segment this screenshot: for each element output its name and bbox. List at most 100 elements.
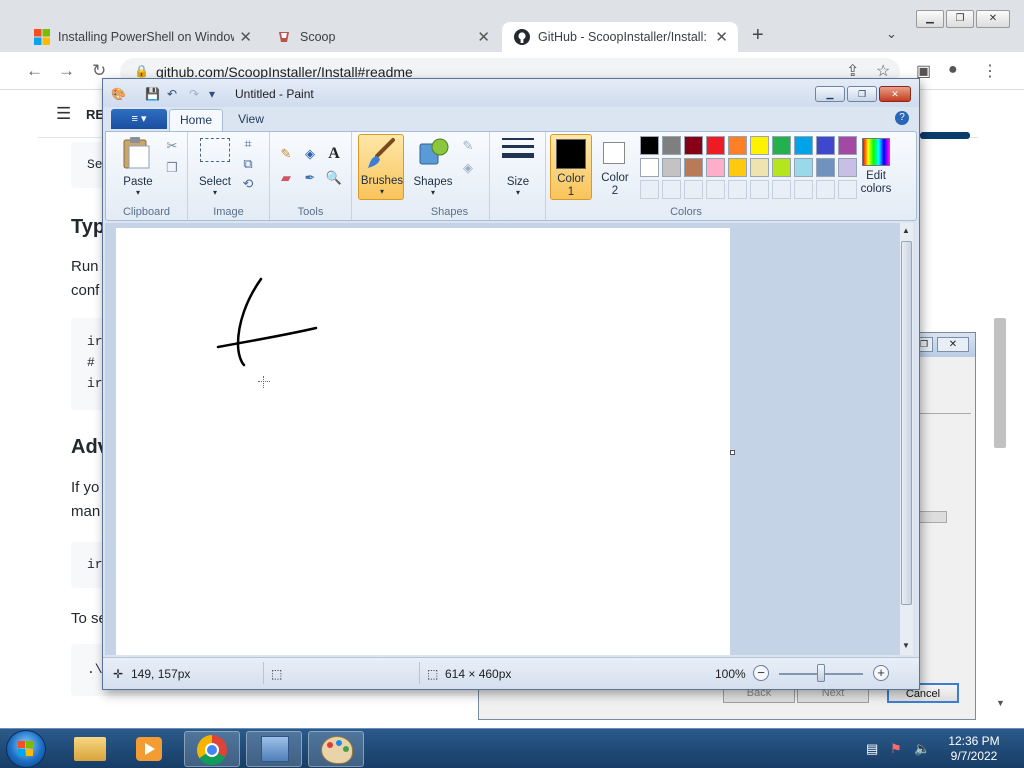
dialog-progress-bar	[919, 511, 947, 523]
cut-icon[interactable]: ✂	[162, 136, 182, 156]
palette-swatch[interactable]	[640, 136, 659, 155]
custom-color-slot[interactable]	[750, 180, 769, 199]
brushes-button[interactable]: Brushes ▾	[358, 134, 404, 200]
palette-swatch[interactable]	[728, 158, 747, 177]
custom-color-slot[interactable]	[684, 180, 703, 199]
tab-close-icon[interactable]: ✕	[715, 28, 728, 46]
tab-close-icon[interactable]: ✕	[477, 28, 490, 46]
palette-swatch[interactable]	[662, 136, 681, 155]
palette-swatch[interactable]	[772, 136, 791, 155]
paint-close-button[interactable]: ✕	[879, 86, 911, 102]
zoom-slider-thumb[interactable]	[817, 664, 825, 682]
scrollbar-thumb[interactable]	[901, 241, 912, 605]
palette-swatch[interactable]	[728, 136, 747, 155]
zoom-out-button[interactable]: −	[753, 665, 769, 681]
custom-color-slot[interactable]	[706, 180, 725, 199]
drawing-canvas[interactable]	[116, 228, 730, 655]
tab-home[interactable]: Home	[169, 109, 223, 131]
maximize-button[interactable]: ❐	[946, 10, 974, 28]
eraser-icon[interactable]: ▰	[276, 168, 296, 188]
profile-icon[interactable]: ●	[948, 61, 958, 79]
paint-maximize-button[interactable]: ❐	[847, 86, 877, 102]
tab-installing-powershell[interactable]: Installing PowerShell on Window ✕	[22, 22, 262, 52]
network-icon[interactable]: ▤	[866, 741, 878, 757]
custom-color-slot[interactable]	[662, 180, 681, 199]
taskbar-paint[interactable]	[308, 731, 364, 767]
palette-swatch[interactable]	[662, 158, 681, 177]
palette-swatch[interactable]	[684, 136, 703, 155]
canvas-resize-handle[interactable]	[730, 450, 735, 455]
rotate-icon[interactable]: ⟲	[238, 174, 258, 194]
paint-app-icon: 🎨	[111, 87, 126, 101]
undo-icon[interactable]: ↶	[167, 87, 177, 101]
start-button[interactable]	[6, 730, 46, 768]
close-button[interactable]: ✕	[976, 10, 1010, 28]
custom-color-slot[interactable]	[772, 180, 791, 199]
action-center-icon[interactable]: ⚑	[890, 741, 902, 757]
taskbar-media-player[interactable]	[122, 731, 178, 767]
palette-swatch[interactable]	[794, 136, 813, 155]
palette-swatch[interactable]	[816, 158, 835, 177]
redo-icon[interactable]: ↷	[189, 87, 199, 101]
custom-color-slot[interactable]	[794, 180, 813, 199]
group-label: Shapes	[430, 206, 469, 218]
file-menu-button[interactable]: ≡ ▾	[111, 109, 167, 129]
zoom-in-button[interactable]: +	[873, 665, 889, 681]
page-scrollbar-thumb[interactable]	[994, 318, 1006, 448]
customize-quick-access-icon[interactable]: ▾	[209, 87, 215, 101]
save-icon[interactable]: 💾	[145, 87, 160, 101]
dialog-close-button[interactable]: ✕	[937, 337, 969, 352]
taskbar-installer[interactable]	[246, 731, 302, 767]
custom-color-slot[interactable]	[728, 180, 747, 199]
tab-github-install[interactable]: GitHub - ScoopInstaller/Install: ✕	[502, 22, 738, 52]
tab-view[interactable]: View	[229, 109, 273, 131]
palette-swatch[interactable]	[750, 158, 769, 177]
palette-swatch[interactable]	[706, 136, 725, 155]
minimize-button[interactable]: ▁	[916, 10, 944, 28]
new-tab-icon[interactable]: +	[752, 24, 764, 47]
color2-button[interactable]: Color 2	[594, 134, 636, 200]
cursor-position: 149, 157px	[131, 667, 191, 681]
crop-icon[interactable]: ⌗	[238, 134, 258, 154]
taskbar-explorer[interactable]	[62, 731, 118, 767]
color-picker-icon[interactable]: ✒	[300, 168, 320, 188]
custom-color-slot[interactable]	[640, 180, 659, 199]
scroll-up-arrow-icon[interactable]: ▲	[902, 226, 910, 235]
fill-icon[interactable]: ◈	[458, 158, 478, 178]
tab-search-chevron-icon[interactable]: ⌄	[886, 26, 897, 42]
cursor-position-icon: ✛	[113, 667, 124, 681]
system-clock[interactable]: 12:36 PM 9/7/2022	[944, 734, 1004, 764]
scroll-down-arrow-icon[interactable]: ▼	[996, 698, 1005, 708]
magnifier-icon[interactable]: 🔍	[324, 168, 344, 188]
palette-swatch[interactable]	[838, 136, 857, 155]
scroll-down-arrow-icon[interactable]: ▼	[902, 641, 910, 650]
outline-icon[interactable]: ✎	[458, 136, 478, 156]
palette-swatch[interactable]	[706, 158, 725, 177]
ribbon-home: Paste ▾ ✂ ❐ Clipboard Select ▾ ⌗ ⧉ ⟲ Ima…	[105, 131, 917, 221]
pencil-icon[interactable]: ✎	[276, 144, 296, 164]
palette-swatch[interactable]	[640, 158, 659, 177]
back-arrow-icon[interactable]: ←	[26, 61, 43, 81]
canvas-vertical-scrollbar[interactable]: ▲ ▼	[899, 223, 913, 655]
palette-swatch[interactable]	[750, 136, 769, 155]
color1-button[interactable]: Color 1	[550, 134, 592, 200]
text-tool-icon[interactable]: A	[324, 144, 344, 164]
palette-swatch[interactable]	[816, 136, 835, 155]
help-icon[interactable]: ?	[895, 111, 909, 125]
palette-swatch[interactable]	[684, 158, 703, 177]
more-menu-icon[interactable]: ⋮	[982, 61, 998, 81]
outline-menu-icon[interactable]: ☰	[56, 104, 71, 124]
paint-minimize-button[interactable]: ▁	[815, 86, 845, 102]
copy-icon[interactable]: ❐	[162, 158, 182, 178]
forward-arrow-icon[interactable]: →	[58, 61, 75, 81]
palette-swatch[interactable]	[794, 158, 813, 177]
fill-bucket-icon[interactable]: ◈	[300, 144, 320, 164]
tab-scoop[interactable]: Scoop ✕	[264, 22, 500, 52]
custom-color-slot[interactable]	[816, 180, 835, 199]
tab-close-icon[interactable]: ✕	[239, 28, 252, 46]
taskbar-chrome[interactable]	[184, 731, 240, 767]
volume-icon[interactable]: 🔈	[914, 741, 930, 757]
edit-colors-icon	[862, 138, 890, 166]
resize-icon[interactable]: ⧉	[238, 154, 258, 174]
palette-swatch[interactable]	[772, 158, 791, 177]
